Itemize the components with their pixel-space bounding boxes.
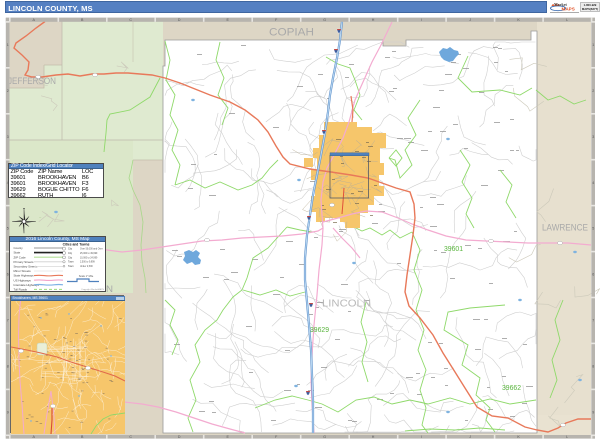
svg-text:JEFFERSON: JEFFERSON <box>8 76 56 87</box>
svg-text:L: L <box>566 435 568 439</box>
svg-text:L: L <box>566 18 568 22</box>
svg-text:City: City <box>68 257 73 260</box>
svg-text:1: 1 <box>592 43 594 47</box>
svg-text:Town: Town <box>68 261 74 264</box>
svg-text:I: I <box>421 18 422 22</box>
svg-text:City: City <box>68 252 73 255</box>
svg-text:Under 2,500: Under 2,500 <box>80 265 93 268</box>
svg-text:County: County <box>14 246 24 250</box>
svg-text:2: 2 <box>592 89 594 93</box>
svg-text:State: State <box>14 251 21 255</box>
svg-text:39629: 39629 <box>310 327 329 334</box>
svg-text:6: 6 <box>592 273 594 277</box>
svg-text:I: I <box>421 435 422 439</box>
svg-text:5: 5 <box>7 227 9 231</box>
svg-text:7: 7 <box>7 319 9 323</box>
svg-text:G: G <box>323 18 326 22</box>
svg-text:Over 50,000 and Over: Over 50,000 and Over <box>80 248 103 251</box>
svg-text:LINCOLN: LINCOLN <box>322 299 371 310</box>
svg-text:8: 8 <box>592 365 594 369</box>
svg-text:10,000 to 24,999: 10,000 to 24,999 <box>80 257 98 260</box>
svg-text:2,500 to 9,999: 2,500 to 9,999 <box>80 261 95 264</box>
svg-text:Toll Roads: Toll Roads <box>14 288 28 292</box>
svg-text:H: H <box>372 435 375 439</box>
svg-text:D: D <box>178 435 181 439</box>
svg-text:39662: 39662 <box>502 385 521 392</box>
svg-text:LAWRENCE: LAWRENCE <box>542 223 588 234</box>
svg-text:39601: 39601 <box>444 246 463 253</box>
svg-text:1: 1 <box>7 43 9 47</box>
svg-text:C: C <box>129 18 132 22</box>
svg-text:5: 5 <box>592 227 594 231</box>
svg-text:MAPS: MAPS <box>562 7 575 12</box>
svg-text:8: 8 <box>7 365 9 369</box>
svg-text:Minor Streets: Minor Streets <box>14 269 32 273</box>
svg-text:Cities and Towns: Cities and Towns <box>63 243 90 247</box>
svg-text:Copyright MarketMAPS: Copyright MarketMAPS <box>81 288 104 291</box>
svg-text:COPIAH: COPIAH <box>269 27 314 39</box>
svg-text:Primary Streets: Primary Streets <box>14 260 34 264</box>
svg-text:9: 9 <box>7 410 9 414</box>
svg-text:3: 3 <box>592 135 594 139</box>
svg-text:US Highways: US Highways <box>14 279 32 283</box>
svg-text:H: H <box>372 18 375 22</box>
svg-text:9: 9 <box>592 410 594 414</box>
svg-text:D: D <box>178 18 181 22</box>
svg-text:3: 3 <box>7 135 9 139</box>
svg-text:J: J <box>469 435 471 439</box>
svg-text:J: J <box>469 18 471 22</box>
svg-text:City: City <box>68 248 73 251</box>
svg-text:State Highways: State Highways <box>14 274 35 278</box>
svg-text:25,000 to 49,999: 25,000 to 49,999 <box>80 252 98 255</box>
svg-text:MAPS(6277): MAPS(6277) <box>582 7 598 11</box>
svg-text:2: 2 <box>7 89 9 93</box>
svg-text:7: 7 <box>592 319 594 323</box>
svg-text:4: 4 <box>592 181 594 185</box>
svg-text:G: G <box>323 435 326 439</box>
svg-text:C: C <box>129 435 132 439</box>
svg-text:Scale 1" Mile: Scale 1" Mile <box>79 275 94 278</box>
svg-text:Town: Town <box>68 265 74 268</box>
svg-text:ZIP Code: ZIP Code <box>14 256 27 260</box>
